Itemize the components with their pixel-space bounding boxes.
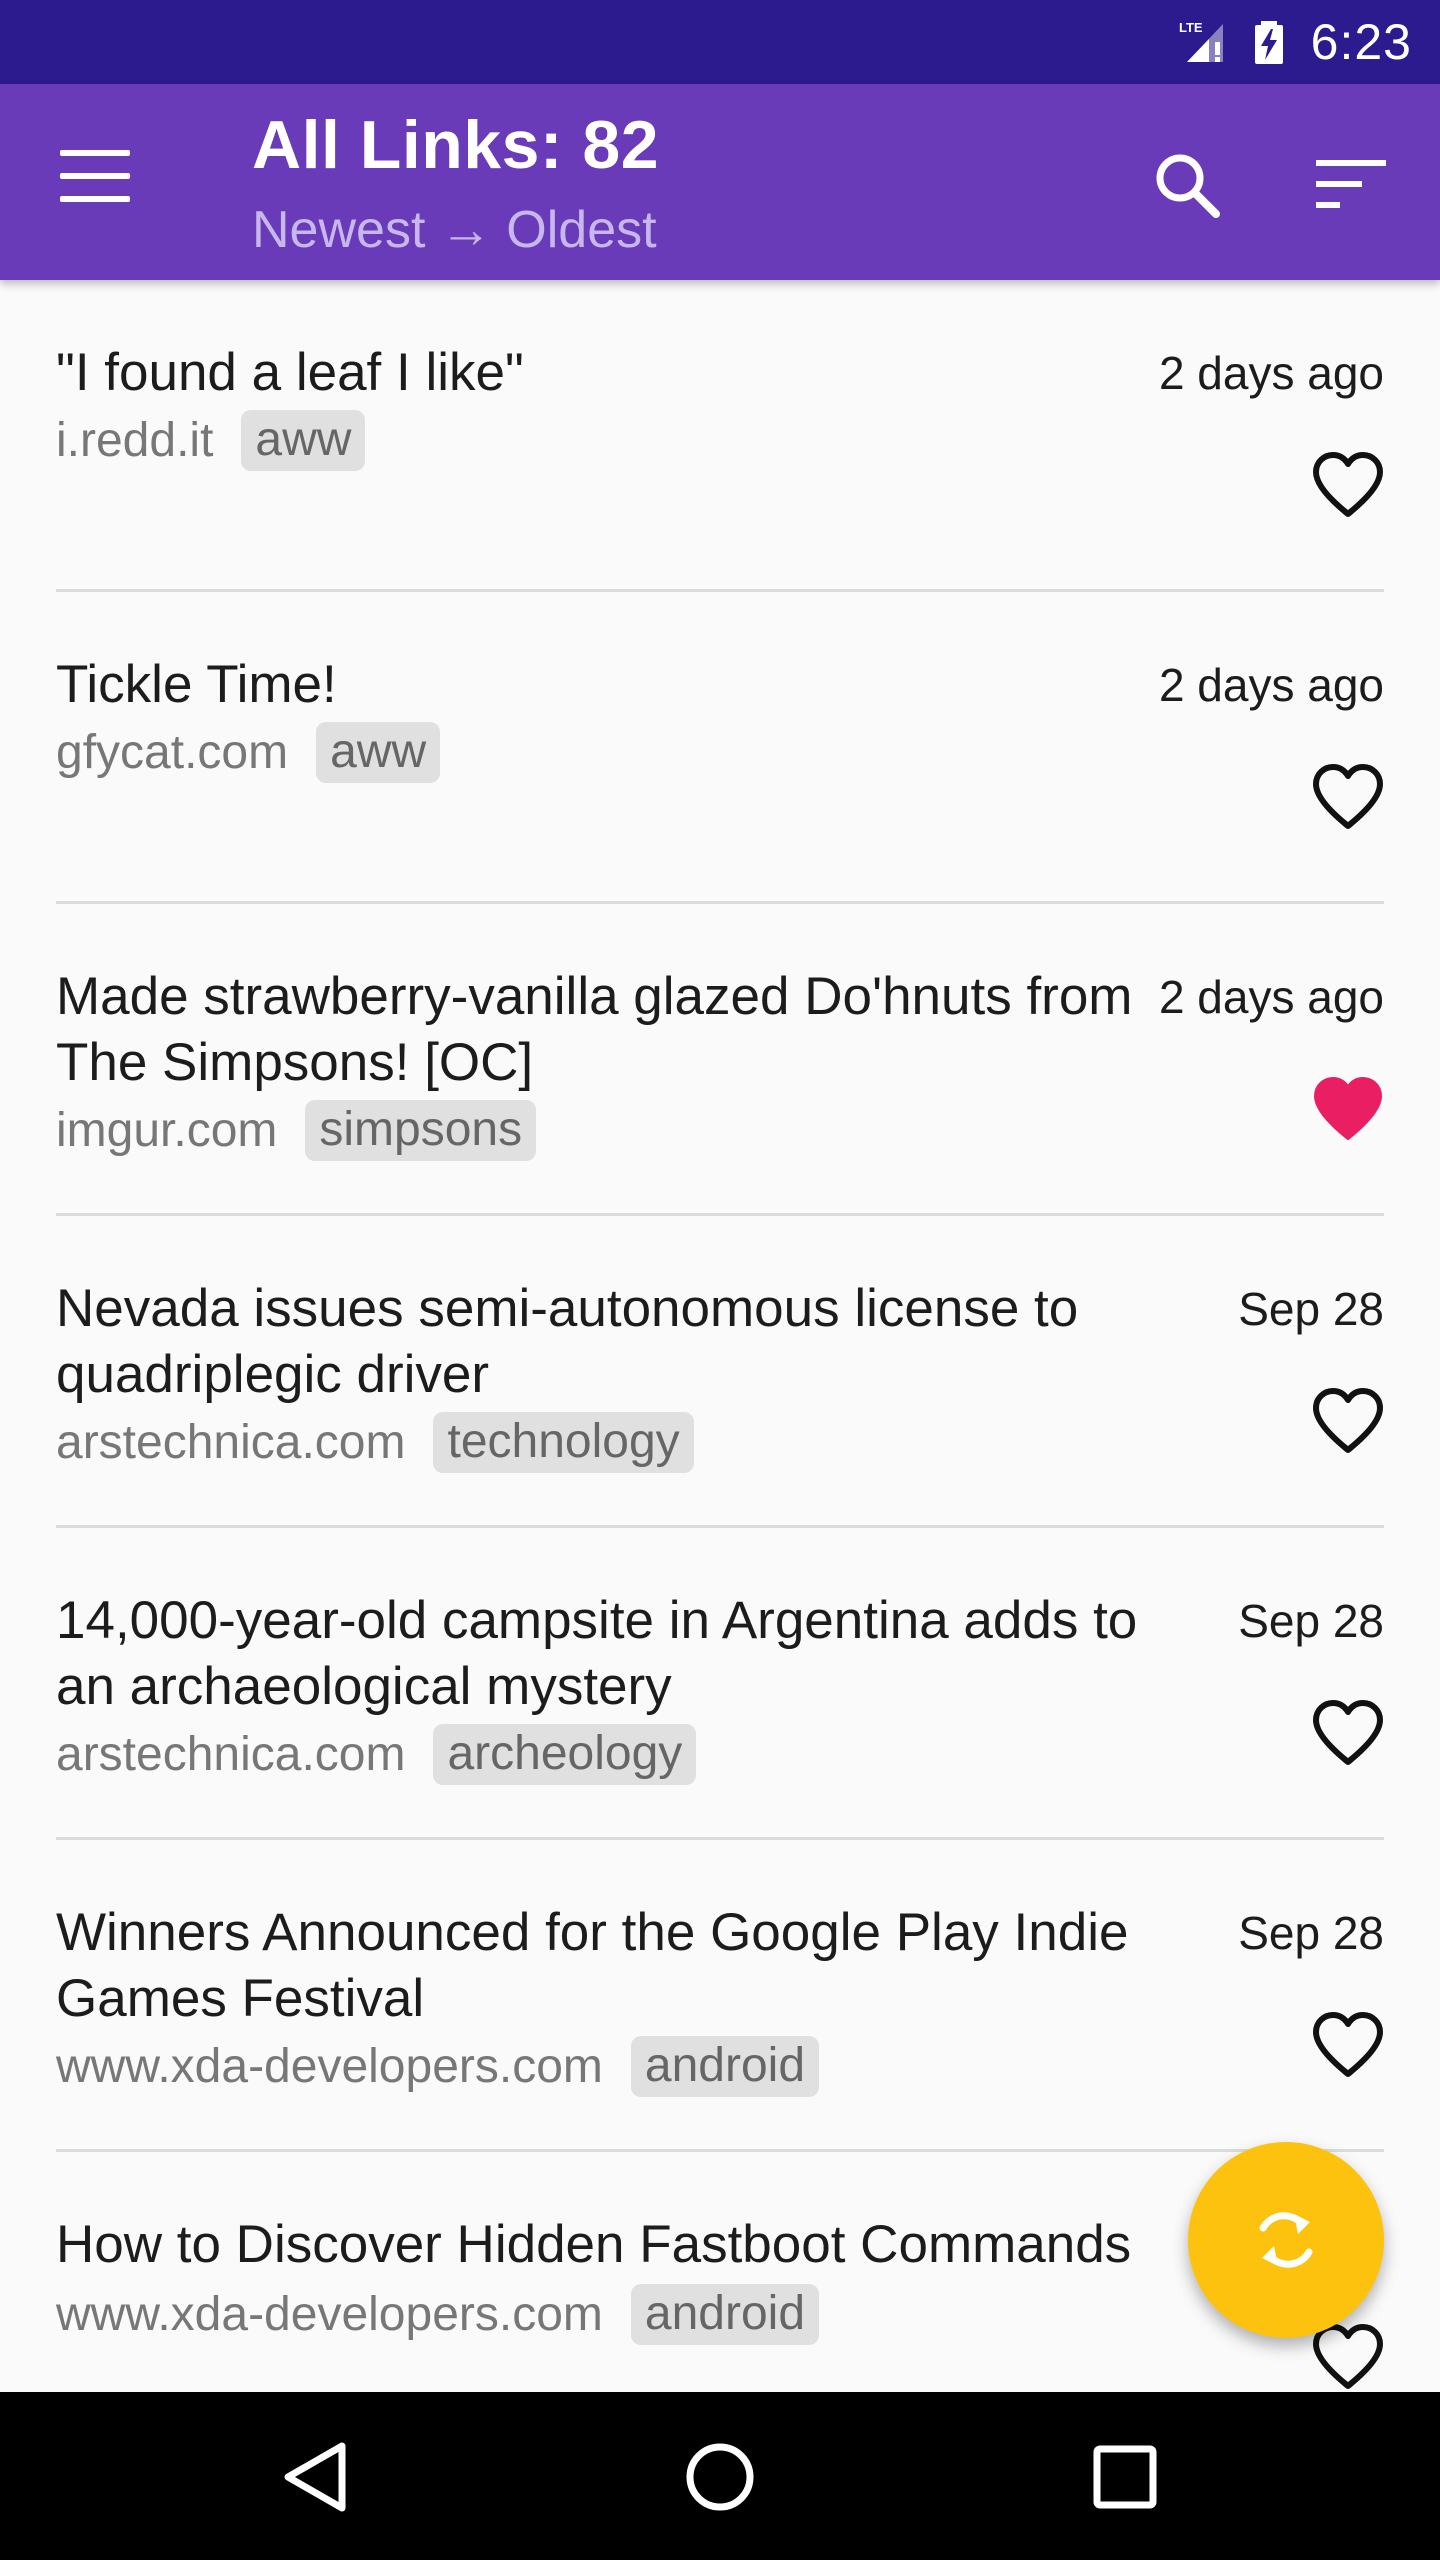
link-meta: www.xda-developers.com android bbox=[56, 2036, 820, 2097]
link-tag[interactable]: android bbox=[630, 2036, 820, 2097]
link-date: Sep 28 bbox=[1238, 1283, 1384, 1335]
link-domain: i.redd.it bbox=[56, 414, 214, 467]
link-tag[interactable]: technology bbox=[433, 1412, 694, 1473]
link-meta: i.redd.it aww bbox=[56, 410, 366, 471]
heart-outline-icon[interactable] bbox=[1310, 2010, 1386, 2080]
link-tag[interactable]: archeology bbox=[433, 1724, 697, 1785]
link-meta: arstechnica.com technology bbox=[56, 1412, 694, 1473]
link-title: How to Discover Hidden Fastboot Commands bbox=[56, 2215, 1132, 2274]
link-title: Tickle Time! bbox=[56, 655, 337, 714]
link-tag[interactable]: android bbox=[630, 2284, 820, 2345]
link-tag[interactable]: aww bbox=[241, 410, 366, 471]
link-tag[interactable]: simpsons bbox=[305, 1100, 537, 1161]
sort-icon[interactable] bbox=[1316, 154, 1392, 214]
refresh-icon bbox=[1259, 2212, 1313, 2268]
list-item[interactable]: Nevada issues semi-autonomous license to… bbox=[0, 1216, 1440, 1528]
link-title: "I found a leaf I like" bbox=[56, 343, 524, 402]
status-time: 6:23 bbox=[1310, 14, 1412, 70]
link-domain: arstechnica.com bbox=[56, 1416, 406, 1469]
link-date: 2 days ago bbox=[1158, 347, 1384, 399]
search-icon[interactable] bbox=[1152, 150, 1222, 220]
refresh-fab[interactable] bbox=[1188, 2142, 1384, 2338]
battery-charging-icon bbox=[1254, 21, 1283, 64]
link-date: 2 days ago bbox=[1158, 971, 1384, 1023]
link-date: 2 days ago bbox=[1158, 659, 1384, 711]
home-icon[interactable] bbox=[675, 2432, 765, 2522]
link-date: Sep 28 bbox=[1238, 1907, 1384, 1959]
link-date: Sep 28 bbox=[1238, 1595, 1384, 1647]
link-domain: www.xda-developers.com bbox=[56, 2288, 603, 2341]
list-item[interactable]: 14,000-year-old campsite in Argentina ad… bbox=[0, 1528, 1440, 1840]
list-item[interactable]: Tickle Time! 2 days ago gfycat.com aww bbox=[0, 592, 1440, 904]
link-domain: www.xda-developers.com bbox=[56, 2040, 603, 2093]
link-meta: arstechnica.com archeology bbox=[56, 1724, 697, 1785]
link-meta: www.xda-developers.com android bbox=[56, 2284, 820, 2345]
recents-icon[interactable] bbox=[1080, 2432, 1170, 2522]
sort-order-subtitle[interactable]: Newest → Oldest bbox=[252, 200, 657, 260]
link-domain: imgur.com bbox=[56, 1104, 278, 1157]
list-item[interactable]: Made strawberry-vanilla glazed Do'hnuts … bbox=[0, 904, 1440, 1216]
link-meta: gfycat.com aww bbox=[56, 722, 441, 783]
link-domain: gfycat.com bbox=[56, 726, 289, 779]
heart-outline-icon[interactable] bbox=[1310, 2322, 1386, 2392]
status-bar: LTE 6:23 bbox=[0, 0, 1440, 84]
menu-icon[interactable] bbox=[60, 150, 130, 204]
heart-outline-icon[interactable] bbox=[1310, 1386, 1386, 1456]
heart-outline-icon[interactable] bbox=[1310, 1698, 1386, 1768]
link-meta: imgur.com simpsons bbox=[56, 1100, 537, 1161]
link-title: 14,000-year-old campsite in Argentina ad… bbox=[56, 1591, 1138, 1716]
link-title: Made strawberry-vanilla glazed Do'hnuts … bbox=[56, 967, 1133, 1092]
link-title: Winners Announced for the Google Play In… bbox=[56, 1903, 1129, 2028]
link-title: Nevada issues semi-autonomous license to… bbox=[56, 1279, 1079, 1404]
heart-filled-icon[interactable] bbox=[1310, 1074, 1386, 1144]
back-icon[interactable] bbox=[270, 2432, 360, 2522]
lte-signal-icon: LTE bbox=[1179, 20, 1223, 62]
links-list: "I found a leaf I like" 2 days ago i.red… bbox=[0, 280, 1440, 2464]
status-icons: LTE 6:23 bbox=[1179, 0, 1412, 84]
system-nav-bar bbox=[0, 2392, 1440, 2560]
heart-outline-icon[interactable] bbox=[1310, 762, 1386, 832]
app-bar: All Links: 82 Newest → Oldest bbox=[0, 84, 1440, 280]
heart-outline-icon[interactable] bbox=[1310, 450, 1386, 520]
link-tag[interactable]: aww bbox=[316, 722, 441, 783]
link-domain: arstechnica.com bbox=[56, 1728, 406, 1781]
list-item[interactable]: Winners Announced for the Google Play In… bbox=[0, 1840, 1440, 2152]
network-label: LTE bbox=[1179, 20, 1203, 35]
list-item[interactable]: "I found a leaf I like" 2 days ago i.red… bbox=[0, 280, 1440, 592]
page-title: All Links: 82 bbox=[252, 107, 660, 183]
